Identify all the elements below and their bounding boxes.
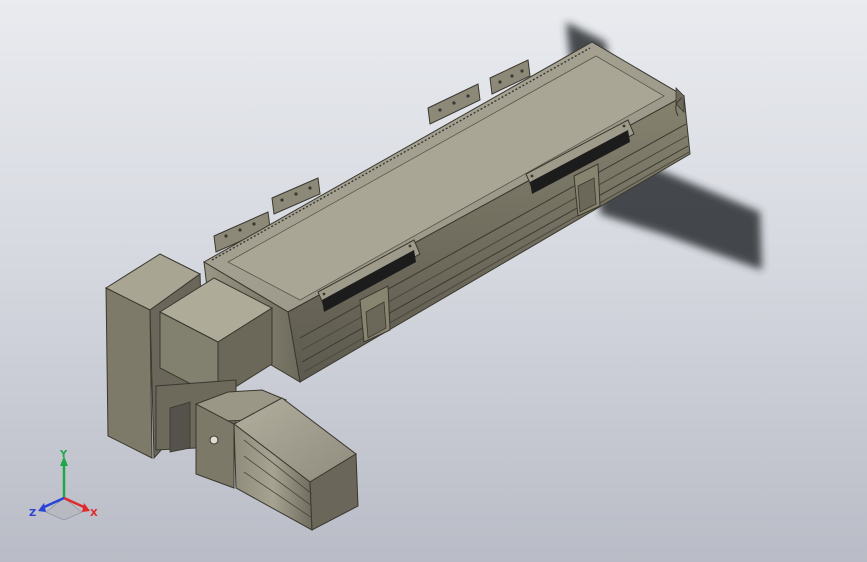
z-axis-arrowhead [38,503,46,512]
linear-actuator-model[interactable] [0,0,867,562]
y-axis-label: Y [59,449,68,460]
x-axis-arrowhead [82,503,90,512]
x-axis-label: X [90,508,98,519]
servo-motor[interactable] [233,397,359,531]
cad-viewport[interactable]: Y X Z [0,0,867,562]
triad-base [45,497,83,521]
z-axis-label: Z [29,508,36,519]
orientation-triad[interactable]: Y X Z [24,448,104,528]
